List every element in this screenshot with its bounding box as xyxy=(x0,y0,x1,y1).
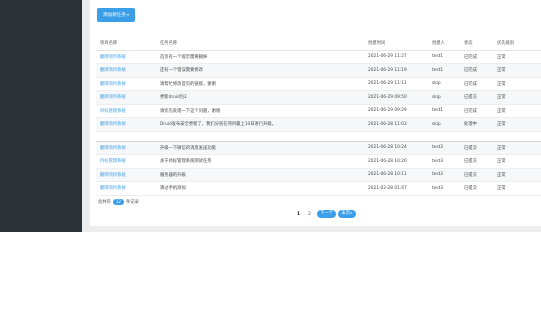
table-row: 翻牌项目系统 升级一下微信的消息发送功能 2021-06-28 10:24 te… xyxy=(96,141,541,155)
creator: skip xyxy=(428,77,460,91)
priority: 正常 xyxy=(493,117,541,132)
created-time: 2021-06-29 09:50 xyxy=(364,90,428,105)
creator: skip xyxy=(428,90,460,105)
add-task-button[interactable]: 添加新任务▾ xyxy=(97,8,135,22)
main-content: 添加新任务▾ 项目名称 任务名称 创建时间 创建人 状态 优先级别 翻牌项目系统… xyxy=(82,0,541,232)
status: 已提交 xyxy=(460,154,493,169)
header-creator: 创建人 xyxy=(428,37,460,51)
creator: test1 xyxy=(428,50,460,64)
record-count-badge: 12 xyxy=(112,199,124,205)
project-link[interactable]: 翻牌项目系统 xyxy=(96,63,156,78)
status: 处理中 xyxy=(460,117,493,132)
status: 已完成 xyxy=(460,50,493,64)
creator: test3 xyxy=(428,181,460,196)
task-name: 更新druid包2 xyxy=(156,90,364,105)
creator: test3 xyxy=(428,168,460,182)
header-created-time: 创建时间 xyxy=(364,37,428,51)
sidebar xyxy=(0,0,82,232)
header-task: 任务名称 xyxy=(156,37,364,51)
priority: 正常 xyxy=(493,90,541,105)
priority: 正常 xyxy=(493,141,541,155)
priority: 正常 xyxy=(493,154,541,169)
table-row: 翻牌项目系统 首页有一个提示需要删掉 2021-06-29 11:27 test… xyxy=(96,50,541,64)
header-project: 项目名称 xyxy=(96,37,156,51)
task-name: 服务器的升级 xyxy=(156,168,364,182)
table-row: 翻牌项目系统 请帮忙修改首页的链接，谢谢 2021-06-29 11:11 sk… xyxy=(96,77,541,91)
created-time: 2021-06-28 10:20 xyxy=(364,154,428,169)
project-link[interactable]: 目标管理系统 xyxy=(96,104,156,118)
created-time: 2021-06-29 11:27 xyxy=(364,50,428,64)
status: 已完成 xyxy=(460,104,493,118)
page-2-link[interactable]: 2 xyxy=(304,212,315,217)
priority: 正常 xyxy=(493,50,541,64)
created-time: 2021-06-29 11:11 xyxy=(364,77,428,91)
project-link[interactable]: 翻牌项目系统 xyxy=(96,117,156,132)
task-name: 首页有一个提示需要删掉 xyxy=(156,50,364,64)
pagination: 1 2 下一个 末页» xyxy=(293,210,356,218)
status: 已提交 xyxy=(460,141,493,155)
project-link[interactable]: 翻牌项目系统 xyxy=(96,168,156,182)
table-row: 翻牌项目系统 服务器的升级 2021-06-28 10:11 test3 已提交… xyxy=(96,168,541,182)
summary-prefix: 总共有 xyxy=(98,200,111,205)
last-page-button[interactable]: 末页» xyxy=(338,210,356,218)
task-name: 请优先处理一下这个问题，谢谢 xyxy=(156,104,364,118)
creator: test1 xyxy=(428,104,460,118)
task-name: 请过手机添加 xyxy=(156,181,364,196)
status: 已完成 xyxy=(460,63,493,78)
header-status: 状态 xyxy=(460,37,493,51)
table-header-row: 项目名称 任务名称 创建时间 创建人 状态 优先级别 xyxy=(96,37,541,51)
created-time: 2021-06-29 11:19 xyxy=(364,63,428,78)
project-link[interactable]: 翻牌项目系统 xyxy=(96,90,156,105)
creator: test1 xyxy=(428,63,460,78)
project-link[interactable]: 翻牌项目系统 xyxy=(96,50,156,64)
summary-suffix: 条记录 xyxy=(125,200,139,205)
created-time: 2021-02-28 01:47 xyxy=(364,181,428,196)
project-link[interactable]: 翻牌项目系统 xyxy=(96,141,156,155)
table-row: 目标管理系统 请优先处理一下这个问题，谢谢 2021-06-29 09:29 t… xyxy=(96,104,541,118)
table-row: 翻牌项目系统 更新druid包2 2021-06-29 09:50 skip 已… xyxy=(96,90,541,105)
creator: test3 xyxy=(428,154,460,169)
table-row: 目标管理系统 关于目标管理系统测试任务 2021-06-28 10:20 tes… xyxy=(96,154,541,169)
priority: 正常 xyxy=(493,63,541,78)
status: 已提交 xyxy=(460,90,493,105)
creator: skip xyxy=(428,117,460,132)
status: 已提交 xyxy=(460,168,493,182)
created-time: 2021-06-28 11:03 xyxy=(364,117,428,132)
priority: 正常 xyxy=(493,181,541,196)
task-panel: 添加新任务▾ 项目名称 任务名称 创建时间 创建人 状态 优先级别 翻牌项目系统… xyxy=(90,0,541,226)
task-name: 请帮忙修改首页的链接，谢谢 xyxy=(156,77,364,91)
table-row: 翻牌项目系统 请过手机添加 2021-02-28 01:47 test3 已提交… xyxy=(96,181,541,196)
priority: 正常 xyxy=(493,77,541,91)
task-name: 还有一个错误需要修改 xyxy=(156,63,364,78)
task-name: 关于目标管理系统测试任务 xyxy=(156,154,364,169)
header-priority: 优先级别 xyxy=(493,37,541,51)
project-link[interactable]: 目标管理系统 xyxy=(96,154,156,169)
status: 已提交 xyxy=(460,181,493,196)
table-row: 翻牌项目系统 Druid发布安全更新了，我们分别在项目最上10日进行升级。 20… xyxy=(96,117,541,132)
priority: 正常 xyxy=(493,104,541,118)
project-link[interactable]: 翻牌项目系统 xyxy=(96,181,156,196)
page-1-link[interactable]: 1 xyxy=(293,212,304,217)
chevron-down-icon: ▾ xyxy=(126,12,129,17)
task-name: 升级一下微信的消息发送功能 xyxy=(156,141,364,155)
created-time: 2021-06-28 10:11 xyxy=(364,168,428,182)
table-row: 翻牌项目系统 还有一个错误需要修改 2021-06-29 11:19 test1… xyxy=(96,63,541,78)
created-time: 2021-06-28 10:24 xyxy=(364,141,428,155)
add-task-label: 添加新任务 xyxy=(103,13,126,18)
table-separator xyxy=(96,131,541,142)
status: 已完成 xyxy=(460,77,493,91)
task-table: 项目名称 任务名称 创建时间 创建人 状态 优先级别 翻牌项目系统 首页有一个提… xyxy=(96,37,541,196)
task-name: Druid发布安全更新了，我们分别在项目最上10日进行升级。 xyxy=(156,117,364,132)
next-page-button[interactable]: 下一个 xyxy=(317,210,337,218)
created-time: 2021-06-29 09:29 xyxy=(364,104,428,118)
record-summary: 总共有 12 条记录 xyxy=(98,199,139,206)
priority: 正常 xyxy=(493,168,541,182)
project-link[interactable]: 翻牌项目系统 xyxy=(96,77,156,91)
creator: test3 xyxy=(428,141,460,155)
